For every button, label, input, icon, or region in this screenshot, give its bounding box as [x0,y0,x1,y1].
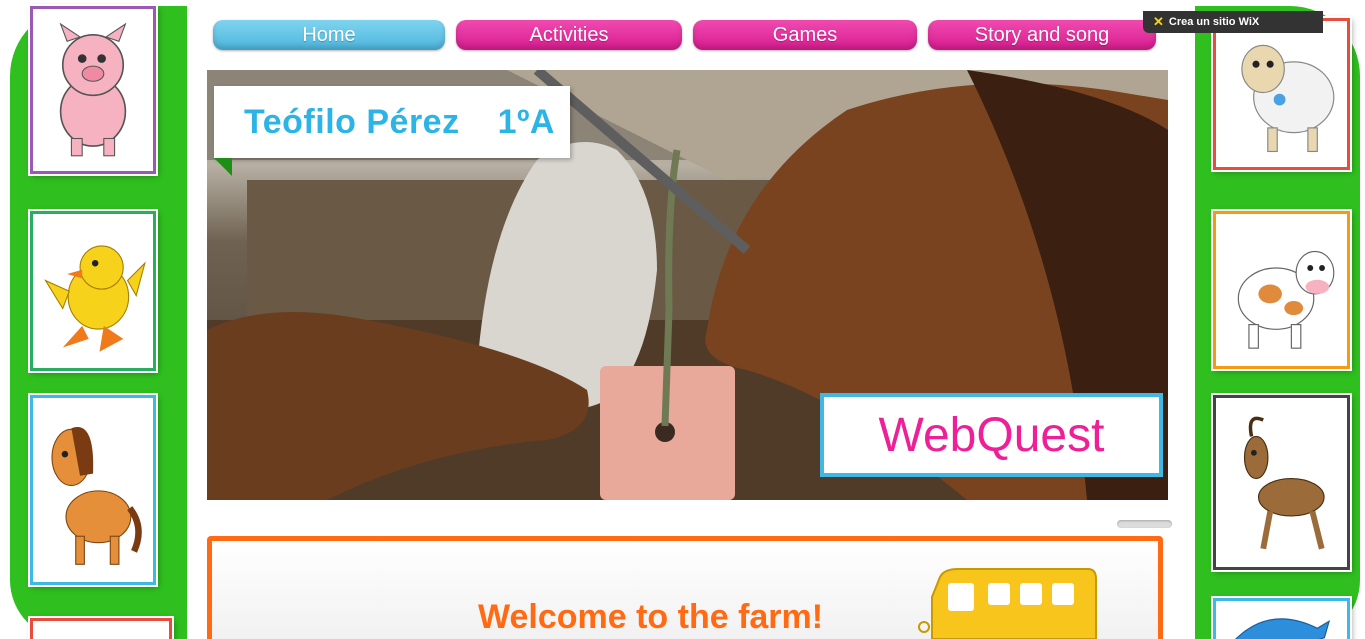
sheep-card[interactable] [1213,18,1350,170]
pig-card[interactable] [30,6,156,174]
wix-x-icon: ✕ [1153,14,1164,29]
sheep-icon [1240,45,1334,153]
school-name: Teófilo Pérez [244,102,460,141]
cow-card[interactable] [1213,211,1350,369]
bottom-left-card[interactable] [30,618,172,639]
cow-icon [1237,250,1334,349]
welcome-heading: Welcome to the farm! [478,598,824,636]
goat-card[interactable] [1213,395,1350,570]
nav-story-and-song[interactable]: Story and song [928,20,1156,50]
nav-games[interactable]: Games [693,20,917,50]
webquest-badge: WebQuest [820,393,1163,477]
title-fold [214,158,232,176]
nav-activities[interactable]: Activities [456,20,682,50]
pig-icon [59,22,127,157]
chick-card[interactable] [30,211,156,371]
dolphin-card[interactable] [1213,598,1350,639]
main-nav: Home Activities Games Story and song [213,20,1156,50]
horse-card[interactable] [30,395,156,585]
slider-handle[interactable] [1117,520,1172,528]
hero-title: Teófilo Pérez 1ºA [214,86,570,158]
class-label: 1ºA [497,102,555,141]
left-edge [0,0,10,639]
dolphin-icon [1234,617,1330,639]
chick-icon [44,245,146,352]
nav-home[interactable]: Home [213,20,445,50]
bus-icon [918,568,1097,639]
right-edge [1360,0,1365,639]
goat-icon [1243,417,1325,550]
wix-badge-label: Crea un sitio WiX [1168,16,1260,28]
horse-icon [51,427,142,566]
wix-badge[interactable]: ✕ Crea un sitio WiX [1143,11,1323,33]
